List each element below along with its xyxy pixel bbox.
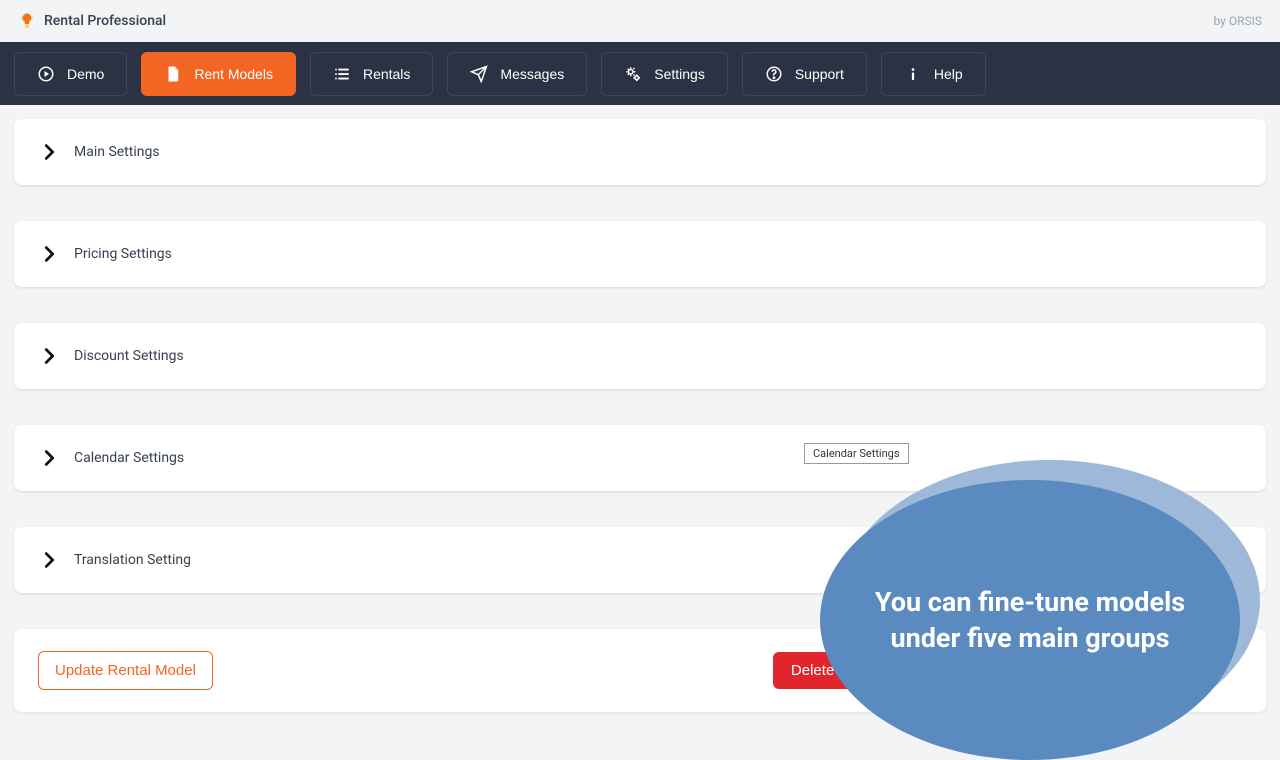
callout-body: You can fine-tune models under five main… [820, 480, 1240, 760]
list-icon [333, 65, 351, 83]
panel-pricing-settings[interactable]: Pricing Settings [14, 221, 1266, 287]
chevron-right-icon [38, 243, 60, 265]
nav-demo-button[interactable]: Demo [14, 52, 127, 96]
help-circle-icon [765, 65, 783, 83]
nav-support-button[interactable]: Support [742, 52, 867, 96]
panel-title: Translation Setting [74, 552, 191, 568]
panel-title: Discount Settings [74, 348, 184, 364]
info-icon [904, 65, 922, 83]
nav-label: Demo [67, 66, 104, 82]
chevron-right-icon [38, 447, 60, 469]
chevron-right-icon [38, 549, 60, 571]
panel-title: Calendar Settings [74, 450, 184, 466]
nav-label: Rent Models [194, 66, 273, 82]
panel-title: Main Settings [74, 144, 160, 160]
app-header-left: Rental Professional [18, 12, 166, 30]
nav-rent-models-button[interactable]: Rent Models [141, 52, 296, 96]
play-circle-icon [37, 65, 55, 83]
nav-messages-button[interactable]: Messages [447, 52, 587, 96]
nav-label: Rentals [363, 66, 410, 82]
app-header: Rental Professional by ORSIS [0, 0, 1280, 42]
send-icon [470, 65, 488, 83]
callout-bubble: You can fine-tune models under five main… [820, 460, 1280, 760]
nav-label: Help [934, 66, 963, 82]
chevron-right-icon [38, 345, 60, 367]
nav-help-button[interactable]: Help [881, 52, 986, 96]
nav-label: Messages [500, 66, 564, 82]
main-nav: Demo Rent Models Rentals Messages Settin… [0, 42, 1280, 105]
chevron-right-icon [38, 141, 60, 163]
nav-label: Settings [654, 66, 705, 82]
nav-rentals-button[interactable]: Rentals [310, 52, 433, 96]
app-title: Rental Professional [44, 13, 166, 29]
nav-label: Support [795, 66, 844, 82]
panel-discount-settings[interactable]: Discount Settings [14, 323, 1266, 389]
app-byline: by ORSIS [1214, 14, 1263, 28]
callout-text: You can fine-tune models under five main… [860, 584, 1200, 657]
document-icon [164, 65, 182, 83]
gears-icon [624, 65, 642, 83]
lightbulb-icon [18, 12, 36, 30]
panel-title: Pricing Settings [74, 246, 172, 262]
panel-main-settings[interactable]: Main Settings [14, 119, 1266, 185]
nav-settings-button[interactable]: Settings [601, 52, 728, 96]
update-rental-model-button[interactable]: Update Rental Model [38, 651, 213, 690]
